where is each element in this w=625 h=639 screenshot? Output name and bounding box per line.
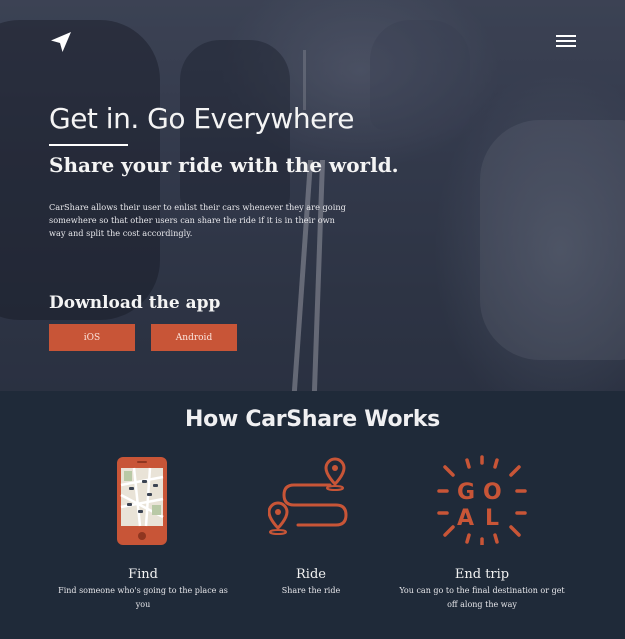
feature-title: End trip [454,567,510,582]
ios-download-button[interactable]: iOS [49,324,135,351]
feature-title: Find [128,567,158,582]
feature-description: Share the ride [281,586,341,595]
svg-text:L: L [485,506,499,531]
route-pins-icon [268,457,348,535]
feature-find: Find Find someone who's going to the pla… [58,455,228,609]
how-it-works-section: How CarShare Works Find Find someone who… [0,391,625,639]
feature-end-trip: G O A L End trip You can go to the final… [397,455,567,609]
hero-title: Get in. Go Everywhere [49,102,354,135]
feature-description: Find someone who's going to the place as… [58,586,228,609]
goal-icon: G O A L [437,455,527,545]
feature-ride: Ride Share the ride [226,455,396,595]
hero-description: CarShare allows their user to enlist the… [49,202,346,238]
hamburger-menu-icon[interactable] [556,35,576,49]
feature-description: You can go to the final destination or g… [399,586,565,609]
phone-map-icon [117,457,167,545]
hero-subtitle: Share your ride with the world. [49,153,399,177]
hero-section: Get in. Go Everywhere Share your ride wi… [0,0,625,391]
download-heading: Download the app [49,293,221,313]
feature-title: Ride [296,567,326,582]
svg-text:A: A [457,506,474,531]
svg-text:O: O [483,480,502,505]
navigation-arrow-icon[interactable] [50,31,72,53]
title-underline [49,144,128,146]
section-title: How CarShare Works [185,407,440,432]
svg-text:G: G [457,480,475,505]
android-download-button[interactable]: Android [151,324,237,351]
